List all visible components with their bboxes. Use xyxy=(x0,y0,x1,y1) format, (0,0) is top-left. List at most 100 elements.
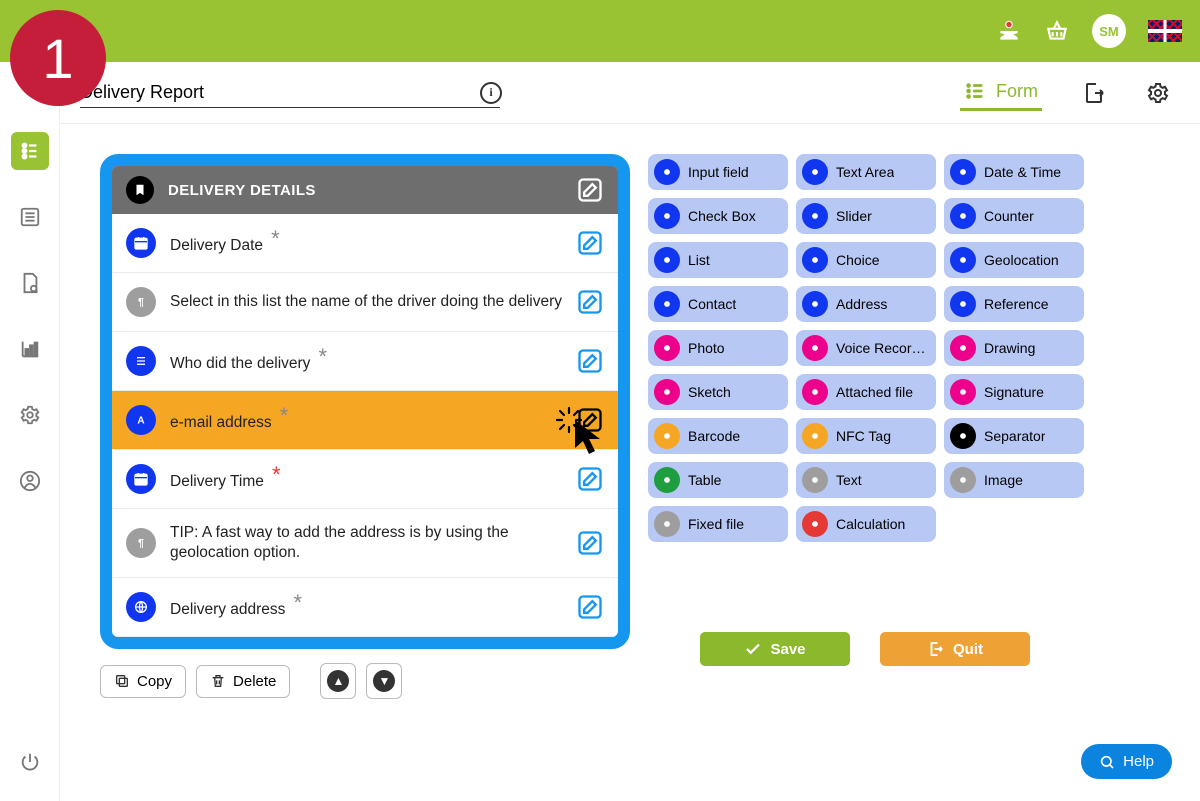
row-label: Delivery address * xyxy=(170,593,576,622)
sub-bar: i Form xyxy=(0,62,1200,124)
palette-chip[interactable]: Input field xyxy=(648,154,788,190)
settings-icon[interactable] xyxy=(1146,81,1170,105)
help-fab[interactable]: Help xyxy=(1081,744,1172,779)
upload-icon[interactable] xyxy=(996,18,1022,44)
quit-button[interactable]: Quit xyxy=(880,632,1030,666)
chip-label: Separator xyxy=(984,428,1045,444)
flag-uk-icon[interactable] xyxy=(1148,20,1182,42)
rail-settings[interactable] xyxy=(11,396,49,434)
palette-chip[interactable]: Contact xyxy=(648,286,788,322)
rail-list[interactable] xyxy=(11,198,49,236)
chip-label: Signature xyxy=(984,384,1044,400)
rail-builder[interactable] xyxy=(11,132,49,170)
rail-power[interactable] xyxy=(11,743,49,781)
chip-label: Counter xyxy=(984,208,1034,224)
form-row[interactable]: Who did the delivery * xyxy=(112,332,618,391)
edit-row-icon[interactable] xyxy=(576,465,604,493)
palette-chip[interactable]: Address xyxy=(796,286,936,322)
form-row[interactable]: ¶Select in this list the name of the dri… xyxy=(112,273,618,332)
form-row[interactable]: ¶TIP: A fast way to add the address is b… xyxy=(112,509,618,578)
field-palette: Input field Text Area Date & Time Check Box… xyxy=(648,154,1108,542)
rail-document[interactable] xyxy=(11,264,49,302)
chip-label: Check Box xyxy=(688,208,756,224)
chip-icon xyxy=(802,335,828,361)
row-type-icon xyxy=(126,346,156,376)
chip-icon xyxy=(802,467,828,493)
chip-label: Choice xyxy=(836,252,880,268)
edit-row-icon[interactable] xyxy=(576,406,604,434)
palette-chip[interactable]: Geolocation xyxy=(944,242,1084,278)
avatar[interactable]: SM xyxy=(1092,14,1126,48)
chip-icon xyxy=(802,379,828,405)
palette-chip[interactable]: Image xyxy=(944,462,1084,498)
palette-chip[interactable]: Signature xyxy=(944,374,1084,410)
form-row[interactable]: Delivery address * xyxy=(112,578,618,637)
palette-chip[interactable]: Slider xyxy=(796,198,936,234)
chip-label: Voice Recorder xyxy=(836,340,930,356)
chip-icon xyxy=(654,511,680,537)
quit-label: Quit xyxy=(953,641,983,658)
row-label: TIP: A fast way to add the address is by… xyxy=(170,523,576,563)
palette-chip[interactable]: Calculation xyxy=(796,506,936,542)
chip-icon xyxy=(950,379,976,405)
chip-label: Geolocation xyxy=(984,252,1059,268)
chip-label: Text Area xyxy=(836,164,894,180)
palette-chip[interactable]: Choice xyxy=(796,242,936,278)
chip-label: Image xyxy=(984,472,1023,488)
chip-label: Date & Time xyxy=(984,164,1061,180)
palette-chip[interactable]: Voice Recorder xyxy=(796,330,936,366)
palette-chip[interactable]: Fixed file xyxy=(648,506,788,542)
palette-chip[interactable]: Check Box xyxy=(648,198,788,234)
palette-chip[interactable]: Date & Time xyxy=(944,154,1084,190)
edit-section-icon[interactable] xyxy=(576,176,604,204)
form-row[interactable]: Delivery Time * xyxy=(112,450,618,509)
chip-label: Slider xyxy=(836,208,872,224)
palette-chip[interactable]: Reference xyxy=(944,286,1084,322)
edit-row-icon[interactable] xyxy=(576,529,604,557)
move-down-button[interactable]: ▼ xyxy=(366,663,402,699)
chip-icon xyxy=(654,335,680,361)
tab-form[interactable]: Form xyxy=(960,74,1042,111)
chip-icon xyxy=(802,291,828,317)
palette-chip[interactable]: Separator xyxy=(944,418,1084,454)
info-icon[interactable]: i xyxy=(480,82,502,104)
move-up-button[interactable]: ▲ xyxy=(320,663,356,699)
copy-button[interactable]: Copy xyxy=(100,665,186,698)
palette-chip[interactable]: NFC Tag xyxy=(796,418,936,454)
edit-row-icon[interactable] xyxy=(576,288,604,316)
palette-chip[interactable]: Sketch xyxy=(648,374,788,410)
palette-chip[interactable]: Photo xyxy=(648,330,788,366)
section-header[interactable]: DELIVERY DETAILS xyxy=(112,166,618,214)
export-icon[interactable] xyxy=(1082,81,1106,105)
chip-icon xyxy=(654,247,680,273)
palette-chip[interactable]: Table xyxy=(648,462,788,498)
rail-chart[interactable] xyxy=(11,330,49,368)
edit-row-icon[interactable] xyxy=(576,593,604,621)
chip-icon xyxy=(950,203,976,229)
canvas-toolbar: Copy Delete ▲ ▼ xyxy=(100,663,630,699)
delete-label: Delete xyxy=(233,673,276,690)
edit-row-icon[interactable] xyxy=(576,347,604,375)
delete-button[interactable]: Delete xyxy=(196,665,290,698)
palette-chip[interactable]: Counter xyxy=(944,198,1084,234)
top-bar: SM xyxy=(0,0,1200,62)
edit-row-icon[interactable] xyxy=(576,229,604,257)
save-button[interactable]: Save xyxy=(700,632,850,666)
row-type-icon: ¶ xyxy=(126,287,156,317)
palette-chip[interactable]: Attached file xyxy=(796,374,936,410)
main-area: DELIVERY DETAILS Delivery Date * ¶Select i… xyxy=(60,124,1200,801)
row-label: Delivery Date * xyxy=(170,229,576,258)
rail-profile[interactable] xyxy=(11,462,49,500)
palette-chip[interactable]: List xyxy=(648,242,788,278)
palette-chip[interactable]: Barcode xyxy=(648,418,788,454)
palette-chip[interactable]: Text Area xyxy=(796,154,936,190)
basket-icon[interactable] xyxy=(1044,18,1070,44)
form-row[interactable]: Delivery Date * xyxy=(112,214,618,273)
form-row[interactable]: Ae-mail address * xyxy=(112,391,618,450)
palette-chip[interactable]: Drawing xyxy=(944,330,1084,366)
chip-icon xyxy=(950,423,976,449)
form-title-input[interactable] xyxy=(80,78,500,108)
chip-label: List xyxy=(688,252,710,268)
palette-chip[interactable]: Text xyxy=(796,462,936,498)
chip-icon xyxy=(802,159,828,185)
